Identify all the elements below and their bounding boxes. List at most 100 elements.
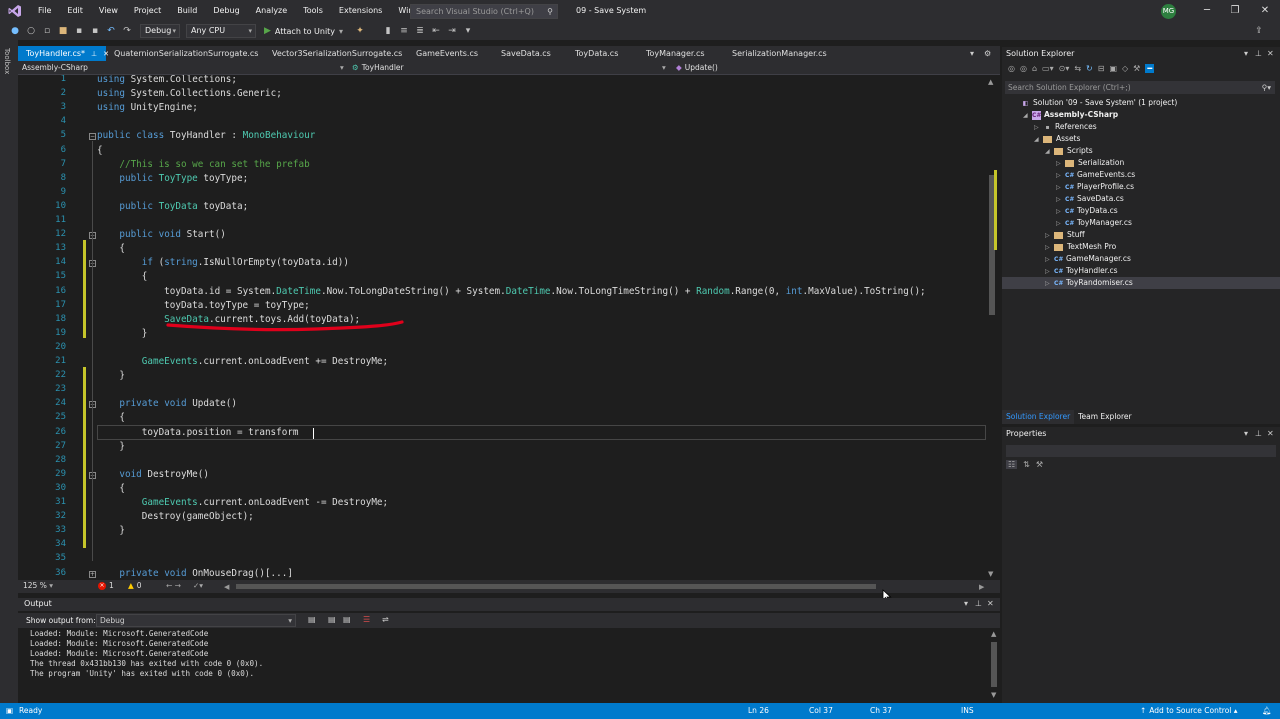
horizontal-scroll-thumb[interactable] [236,584,876,589]
menu-project[interactable]: Project [126,0,169,22]
panel-menu-icon[interactable]: ▾ [964,599,968,608]
toolbar-overflow-icon[interactable]: ▾ [461,24,475,38]
code-line[interactable]: //This is so we can set the prefab [97,158,309,172]
tab-vector3serializationsurrogate-cs[interactable]: Vector3SerializationSurrogate.cs [264,46,408,61]
new-project-icon[interactable]: ▫ [40,24,54,38]
expanded-arrow-icon[interactable]: ◢ [1034,134,1043,146]
tab-savedata-cs[interactable]: SaveData.cs [493,46,567,61]
tab-solution-explorer[interactable]: Solution Explorer [1002,410,1075,424]
code-line[interactable]: { [97,242,125,256]
menu-build[interactable]: Build [169,0,205,22]
close-panel-icon[interactable]: ✕ [987,599,994,608]
tree-item-assembly-csharp[interactable]: ◢ C# Assembly-CSharp [1023,109,1118,121]
code-line[interactable]: private void Update() [97,397,237,411]
show-all-files-icon[interactable]: ▣ [1109,64,1117,73]
code-line[interactable]: GameEvents.current.onLoadEvent -= Destro… [97,496,388,510]
minimize-icon[interactable]: ─ [1192,0,1222,22]
menu-extensions[interactable]: Extensions [331,0,390,22]
tab-toyhandler-cs[interactable]: ToyHandler.cs* ⊥ ✕ [18,46,109,61]
refresh-icon[interactable]: ↻ [1086,64,1093,73]
categorized-icon[interactable]: ☷ [1006,460,1018,469]
preview-selected-icon[interactable]: ━ [1145,64,1155,73]
collapse-icon[interactable]: − [89,133,96,141]
code-line[interactable]: toyData.id = System.DateTime.Now.ToLongD… [97,285,925,299]
tree-item-playerprofile-cs[interactable]: ▷ C# PlayerProfile.cs [1056,181,1134,193]
redo-icon[interactable]: ↷ [120,24,134,38]
code-line[interactable]: GameEvents.current.onLoadEvent += Destro… [97,355,388,369]
properties-object-dropdown[interactable] [1006,445,1276,457]
menu-tools[interactable]: Tools [295,0,331,22]
output-text[interactable]: Loaded: Module: Microsoft.GeneratedCode L… [18,628,1000,703]
source-control-button[interactable]: ↑ Add to Source Control ▴ [1140,703,1238,719]
tree-item-gameevents-cs[interactable]: ▷ C# GameEvents.cs [1056,169,1135,181]
menu-analyze[interactable]: Analyze [248,0,296,22]
code-line[interactable]: if (string.IsNullOrEmpty(toyData.id)) [97,256,349,270]
alphabetical-icon[interactable]: ⇅ [1023,460,1030,469]
switch-views-icon[interactable]: ▭▾ [1042,64,1054,73]
output-source-dropdown[interactable]: Debug ▾ [96,614,296,627]
open-folder-icon[interactable]: ■ [56,24,70,38]
warning-indicator[interactable]: ▲ 0 [128,581,142,590]
tree-item-toyhandler-cs[interactable]: ▷ C# ToyHandler.cs [1045,265,1118,277]
goto-next-icon[interactable]: ▤ [343,615,351,624]
panel-menu-icon[interactable]: ▾ [1244,47,1248,61]
tree-item-scripts[interactable]: ◢ Scripts [1045,145,1093,157]
clear-all-icon[interactable]: ☰ [363,615,370,624]
code-line[interactable]: void DestroyMe() [97,468,209,482]
tab-serializationmanager-cs[interactable]: SerializationManager.cs [724,46,827,61]
code-line[interactable]: public ToyType toyType; [97,172,248,186]
pin-tab-icon[interactable]: ⊥ [91,50,97,58]
tab-quaternionserializationsurrogate-cs[interactable]: QuaternionSerializationSurrogate.cs [106,46,264,61]
search-input[interactable]: Search Visual Studio (Ctrl+Q) ⚲ [410,4,558,19]
word-wrap-icon[interactable]: ⇌ [382,615,389,624]
pin-icon[interactable]: ⊥ [975,599,982,608]
property-pages-icon[interactable]: ⚒ [1036,460,1043,469]
code-cleanup-icon[interactable]: ✓▾ [193,581,203,590]
home-icon[interactable]: ⌂ [1032,64,1037,73]
indent-icon[interactable]: ⇥ [445,24,459,38]
live-share-icon[interactable]: ⇪ [1252,24,1266,38]
expand-icon[interactable]: + [89,570,96,578]
toggle-comment-icon[interactable]: ≡ [397,24,411,38]
pending-changes-icon[interactable]: ⊙▾ [1059,64,1070,73]
code-line[interactable]: { [97,482,125,496]
uncomment-icon[interactable]: ≣ [413,24,427,38]
save-all-icon[interactable]: ▪ [88,24,102,38]
output-scrollbar[interactable]: ▲ ▼ [988,628,1000,703]
toolbox-strip[interactable]: Toolbox [0,40,18,703]
close-icon[interactable]: ✕ [1250,0,1280,22]
outdent-icon[interactable]: ⇤ [429,24,443,38]
find-in-output-icon[interactable]: ▤ [308,615,316,624]
preview-icon[interactable]: ◇ [1122,64,1128,73]
code-line[interactable]: } [97,524,125,538]
code-editor[interactable]: 1 2 3 4 5 6 7 8 9 10 11 12 13 14 15 16 17 18 19 20 21 22 23 24 2… [18,75,986,580]
scroll-up-icon[interactable]: ▲ [988,78,993,86]
code-line[interactable]: toyData.toyType = toyType; [97,299,310,313]
pin-icon[interactable]: ⊥ [1255,427,1262,441]
class-dropdown[interactable]: ⚙ ToyHandler ▾ [352,62,670,74]
tree-item-gamemanager-cs[interactable]: ▷ C# GameManager.cs [1045,253,1131,265]
tree-item-assets[interactable]: ◢ Assets [1034,133,1080,145]
settings-icon[interactable]: ⚙ [984,46,991,61]
menu-view[interactable]: View [91,0,126,22]
tree-item-serialization[interactable]: ▷ Serialization [1056,157,1124,169]
back-icon[interactable]: ● [8,24,22,38]
menu-edit[interactable]: Edit [59,0,91,22]
expanded-arrow-icon[interactable]: ◢ [1045,146,1054,158]
close-panel-icon[interactable]: ✕ [1267,427,1274,441]
code-line[interactable]: public void Start() [97,228,225,242]
menu-debug[interactable]: Debug [205,0,247,22]
code-line[interactable]: using System.Collections.Generic; [97,87,282,101]
code-line[interactable]: Destroy(gameObject); [97,510,254,524]
tab-toydata-cs[interactable]: ToyData.cs [567,46,638,61]
close-panel-icon[interactable]: ✕ [1267,47,1274,61]
code-line[interactable]: } [97,327,148,341]
maximize-icon[interactable]: ❐ [1220,0,1250,22]
scroll-left-icon[interactable]: ◀ [224,583,229,591]
tab-gameevents-cs[interactable]: GameEvents.cs [408,46,493,61]
collapse-all-icon[interactable]: ⊟ [1098,64,1105,73]
output-scroll-thumb[interactable] [991,642,997,687]
code-line[interactable]: { [97,144,103,158]
attach-to-unity-button[interactable]: ▶ Attach to Unity ▾ [264,26,343,36]
forward-icon[interactable]: ◎ [1020,64,1027,73]
